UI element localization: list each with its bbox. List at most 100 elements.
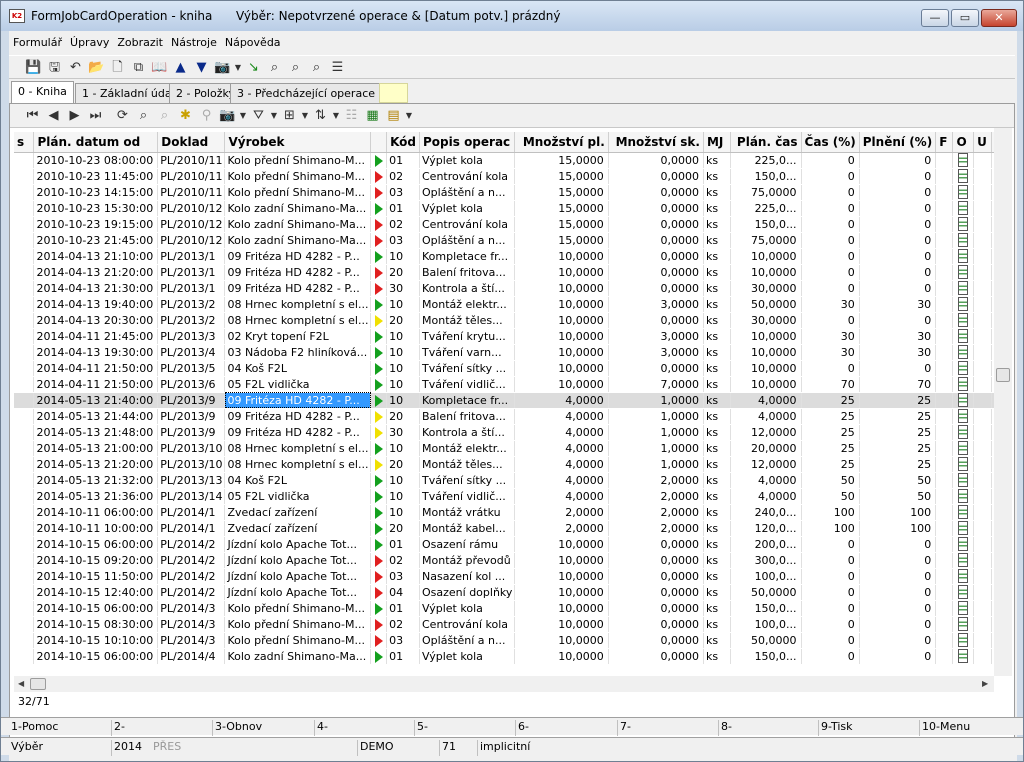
operation-list-icon[interactable]: [958, 521, 969, 535]
star-icon[interactable]: ✱: [175, 106, 196, 126]
find-prev-icon[interactable]: ⌕: [306, 57, 327, 77]
binoculars-disabled-icon[interactable]: ⌕: [154, 106, 175, 126]
camera-dropdown-icon[interactable]: ▼: [233, 63, 243, 72]
table-row[interactable]: 2014-10-15 10:10:00 PL/2014/3 Kolo přední …: [14, 632, 1010, 649]
minimize-button[interactable]: —: [921, 9, 949, 27]
fkey-6[interactable]: 6-: [515, 720, 529, 736]
title-bar[interactable]: K2 FormJobCardOperation - kniha Výběr: N…: [1, 1, 1023, 31]
table-row[interactable]: 2010-10-23 21:45:00 PL/2010/12 Kolo zadní …: [14, 232, 1010, 249]
filter-icon[interactable]: ⛛: [248, 106, 269, 126]
camera-icon[interactable]: 📷: [217, 106, 238, 126]
table-row[interactable]: 2014-10-15 06:00:00 PL/2014/3 Kolo přední …: [14, 600, 1010, 617]
column-header[interactable]: MJ: [703, 132, 732, 153]
operation-list-icon[interactable]: [958, 313, 969, 327]
operation-list-icon[interactable]: [958, 169, 969, 183]
operation-list-icon[interactable]: [958, 425, 969, 439]
scroll-left-icon[interactable]: ◀: [18, 679, 24, 688]
column-header[interactable]: Plán. čas: [730, 132, 802, 153]
book-icon[interactable]: 📖: [149, 57, 170, 77]
arrow-down-icon[interactable]: ▼: [191, 57, 212, 77]
table-row[interactable]: 2014-10-15 11:50:00 PL/2014/2 Jízdní kolo …: [14, 568, 1010, 585]
camera-dropdown-icon[interactable]: ▼: [238, 111, 248, 120]
table-row[interactable]: 2010-10-23 19:15:00 PL/2010/12 Kolo zadní …: [14, 216, 1010, 233]
column-header[interactable]: Plán. datum od: [33, 132, 159, 153]
first-record-icon[interactable]: ⏮: [22, 106, 43, 126]
camera-icon[interactable]: 📷: [212, 57, 233, 77]
table-row[interactable]: 2014-10-11 06:00:00 PL/2014/1 Zvedací zaří…: [14, 504, 1010, 521]
operation-list-icon[interactable]: [958, 409, 969, 423]
column-header[interactable]: Kód: [386, 132, 420, 153]
operation-list-icon[interactable]: [958, 553, 969, 567]
search-icon[interactable]: ⌕: [133, 106, 154, 126]
operation-list-icon[interactable]: [958, 377, 969, 391]
report-icon[interactable]: ▤: [383, 106, 404, 126]
table-row[interactable]: 2014-04-11 21:50:00 PL/2013/6 05 F2L vidli…: [14, 376, 1010, 393]
table-row[interactable]: 2014-04-13 20:30:00 PL/2013/2 08 Hrnec kom…: [14, 312, 1010, 329]
scroll-right-icon[interactable]: ▶: [982, 679, 988, 688]
operation-list-icon[interactable]: [958, 633, 969, 647]
fkey-9[interactable]: 9-Tisk: [818, 720, 853, 736]
operation-list-icon[interactable]: [958, 537, 969, 551]
menu-napoveda[interactable]: Nápověda: [221, 34, 285, 54]
column-header[interactable]: Množství sk.: [608, 132, 704, 153]
table-row[interactable]: 2014-05-13 21:36:00 PL/2013/14 05 F2L vidl…: [14, 488, 1010, 505]
pin-icon[interactable]: ⚲: [196, 106, 217, 126]
sort-icon[interactable]: ⇅: [310, 106, 331, 126]
fkey-7[interactable]: 7-: [617, 720, 631, 736]
fkey-2[interactable]: 2-: [111, 720, 125, 736]
export-icon[interactable]: ↘: [243, 57, 264, 77]
last-record-icon[interactable]: ⏭: [85, 106, 106, 126]
table-row[interactable]: 2014-10-15 12:40:00 PL/2014/2 Jízdní kolo …: [14, 584, 1010, 601]
menu-upravy[interactable]: Úpravy: [66, 34, 113, 54]
table-row[interactable]: 2010-10-23 14:15:00 PL/2010/11 Kolo přední…: [14, 184, 1010, 201]
column-header[interactable]: Plnění (%): [859, 132, 937, 153]
horizontal-scroll-thumb[interactable]: [30, 678, 46, 690]
tab-predchazejici-operace[interactable]: 3 - Předcházející operace: [230, 83, 383, 103]
operation-list-icon[interactable]: [958, 441, 969, 455]
arrow-up-icon[interactable]: ▲: [170, 57, 191, 77]
column-header[interactable]: Čas (%): [801, 132, 860, 153]
menu-formular[interactable]: Formulář: [9, 34, 66, 54]
column-header[interactable]: F: [935, 132, 954, 153]
prev-record-icon[interactable]: ◀: [43, 106, 64, 126]
fkey-4[interactable]: 4-: [314, 720, 328, 736]
undo-icon[interactable]: ↶: [65, 57, 86, 77]
operation-list-icon[interactable]: [958, 217, 969, 231]
column-header[interactable]: s: [14, 132, 35, 153]
operation-list-icon[interactable]: [958, 185, 969, 199]
table-row[interactable]: 2014-10-11 10:00:00 PL/2014/1 Zvedací zaří…: [14, 520, 1010, 537]
column-header[interactable]: Množství pl.: [514, 132, 609, 153]
table-row[interactable]: 2014-04-11 21:45:00 PL/2013/3 02 Kryt tope…: [14, 328, 1010, 345]
table-row[interactable]: 2010-10-23 11:45:00 PL/2010/11 Kolo přední…: [14, 168, 1010, 185]
operation-list-icon[interactable]: [958, 281, 969, 295]
table-row[interactable]: 2014-04-13 19:40:00 PL/2013/2 08 Hrnec kom…: [14, 296, 1010, 313]
vertical-scroll-thumb[interactable]: [996, 368, 1010, 382]
column-header[interactable]: Popis operac: [419, 132, 516, 153]
table-row[interactable]: 2014-10-15 06:00:00 PL/2014/4 Kolo zadní S…: [14, 648, 1010, 665]
operation-list-icon[interactable]: [958, 345, 969, 359]
operation-list-icon[interactable]: [958, 297, 969, 311]
table-row[interactable]: 2014-05-13 21:32:00 PL/2013/13 04 Koš F2L 1…: [14, 472, 1010, 489]
refresh-icon[interactable]: ⟳: [112, 106, 133, 126]
table-row[interactable]: 2014-05-13 21:48:00 PL/2013/9 09 Fritéza H…: [14, 424, 1010, 441]
menu-lines-icon[interactable]: ☰: [327, 57, 348, 77]
table-row[interactable]: 2010-10-23 08:00:00 PL/2010/11 Kolo přední…: [14, 152, 1010, 169]
column-header[interactable]: U: [973, 132, 993, 153]
filter-dropdown-icon[interactable]: ▼: [269, 111, 279, 120]
operation-list-icon[interactable]: [958, 361, 969, 375]
operation-list-icon[interactable]: [958, 265, 969, 279]
new-document-icon[interactable]: 🗋: [107, 57, 128, 77]
operation-list-icon[interactable]: [958, 505, 969, 519]
table-row[interactable]: 2014-10-15 09:20:00 PL/2014/2 Jízdní kolo …: [14, 552, 1010, 569]
menu-zobrazit[interactable]: Zobrazit: [113, 34, 167, 54]
binoculars-icon[interactable]: ⌕: [264, 57, 285, 77]
operation-list-icon[interactable]: [958, 617, 969, 631]
table-row[interactable]: 2014-04-13 21:10:00 PL/2013/1 09 Fritéza H…: [14, 248, 1010, 265]
columns-icon[interactable]: ⊞: [279, 106, 300, 126]
open-folder-icon[interactable]: 📂: [86, 57, 107, 77]
operation-list-icon[interactable]: [958, 393, 969, 407]
find-next-icon[interactable]: ⌕: [285, 57, 306, 77]
copy-document-icon[interactable]: ⧉: [128, 57, 149, 77]
fkey-1[interactable]: 1-Pomoc: [9, 720, 58, 736]
operation-list-icon[interactable]: [958, 457, 969, 471]
